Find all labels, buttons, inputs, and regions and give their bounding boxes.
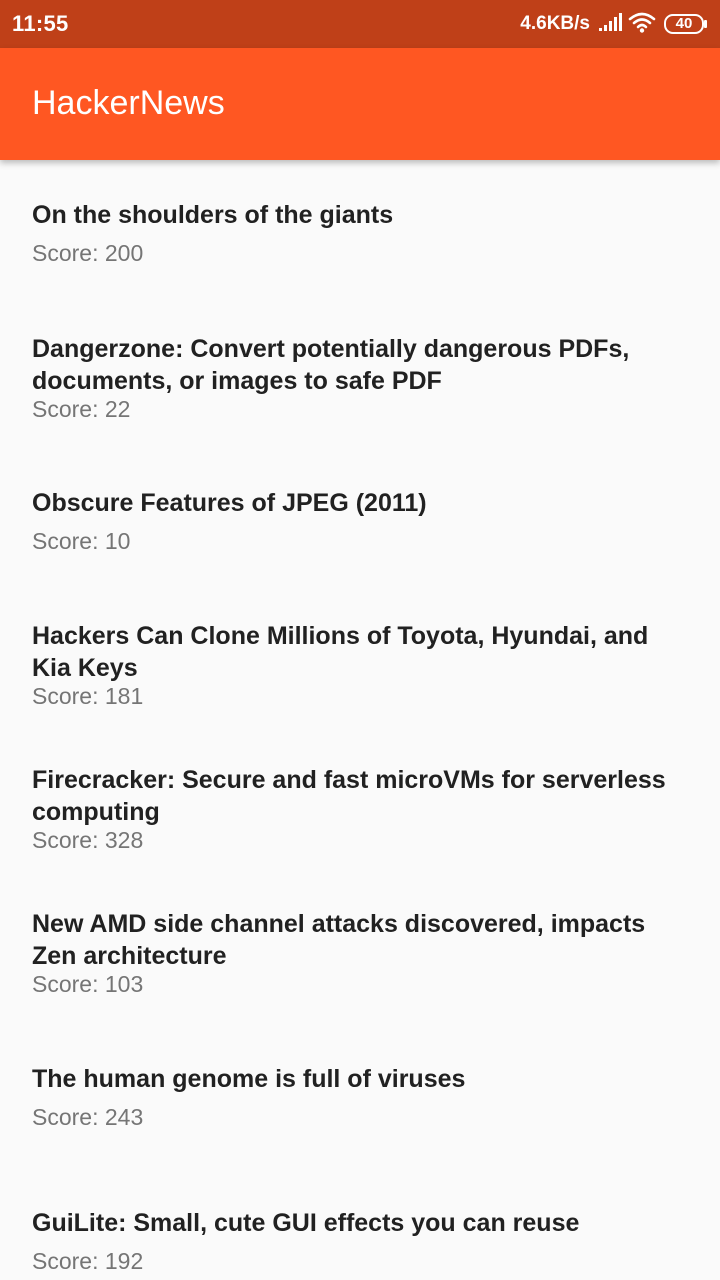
story-title: The human genome is full of viruses <box>32 1065 466 1093</box>
status-indicators: 4.6KB/s 40 <box>520 9 708 39</box>
story-item[interactable]: Hackers Can Clone Millions of Toyota, Hy… <box>32 620 692 710</box>
story-score: Score: 22 <box>32 396 131 422</box>
story-title: On the shoulders of the giants <box>32 201 394 229</box>
signal-icon <box>598 12 624 36</box>
network-speed: 4.6KB/s <box>520 13 590 34</box>
story-title: Dangerzone: Convert potentially dangerou… <box>32 335 630 395</box>
battery-icon: 40 <box>664 14 708 34</box>
story-score: Score: 103 <box>32 971 144 997</box>
story-item[interactable]: The human genome is full of viruses Scor… <box>32 1063 692 1131</box>
story-list[interactable]: On the shoulders of the giants Score: 20… <box>0 160 720 1280</box>
story-item[interactable]: Obscure Features of JPEG (2011) Score: 1… <box>32 487 692 555</box>
story-score: Score: 328 <box>32 827 144 853</box>
wifi-icon <box>628 11 656 38</box>
battery-level: 40 <box>675 15 693 32</box>
status-bar: 11:55 4.6KB/s 40 <box>0 0 720 48</box>
story-score: Score: 192 <box>32 1248 144 1274</box>
app-title: HackerNews <box>32 84 225 122</box>
story-score: Score: 10 <box>32 528 131 554</box>
story-title: Hackers Can Clone Millions of Toyota, Hy… <box>32 622 649 682</box>
story-item[interactable]: Dangerzone: Convert potentially dangerou… <box>32 333 692 423</box>
story-score: Score: 243 <box>32 1104 144 1130</box>
status-time: 11:55 <box>12 11 69 36</box>
story-title: Obscure Features of JPEG (2011) <box>32 489 427 517</box>
story-title: Firecracker: Secure and fast microVMs fo… <box>32 766 666 826</box>
story-item[interactable]: Firecracker: Secure and fast microVMs fo… <box>32 764 692 854</box>
story-title: GuiLite: Small, cute GUI effects you can… <box>32 1209 580 1237</box>
app-bar: HackerNews <box>0 48 720 160</box>
story-score: Score: 200 <box>32 240 144 266</box>
story-score: Score: 181 <box>32 683 144 709</box>
story-title: New AMD side channel attacks discovered,… <box>32 910 646 970</box>
story-item[interactable]: New AMD side channel attacks discovered,… <box>32 908 692 998</box>
story-item[interactable]: GuiLite: Small, cute GUI effects you can… <box>32 1207 692 1275</box>
story-item[interactable]: On the shoulders of the giants Score: 20… <box>32 199 692 267</box>
